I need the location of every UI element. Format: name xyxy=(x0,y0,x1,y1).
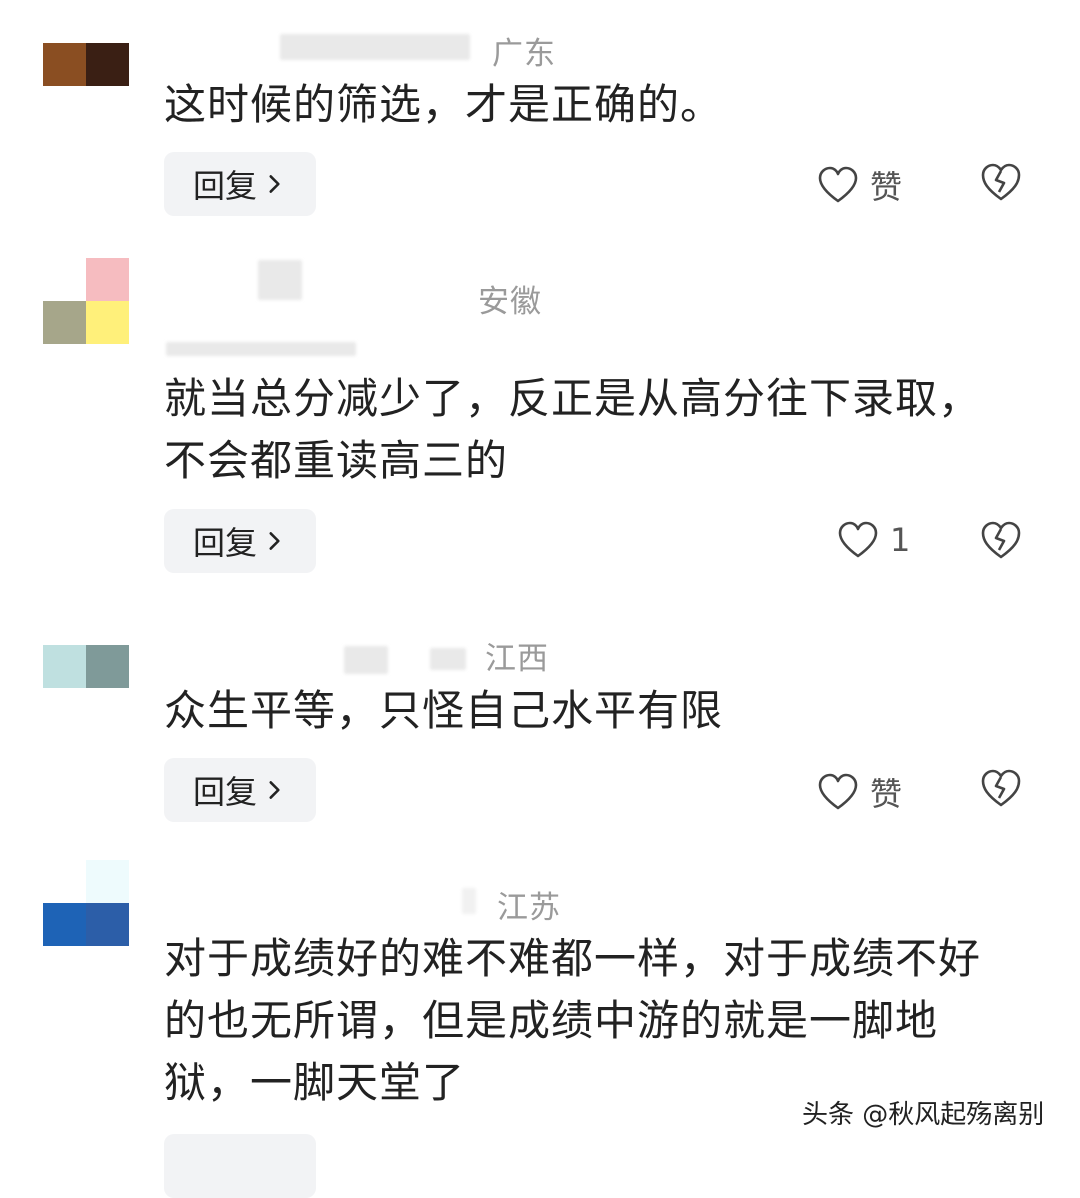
reply-button[interactable]: 回复 xyxy=(164,152,316,216)
avatar-tile xyxy=(86,903,129,946)
avatar-tile xyxy=(86,645,129,688)
comment-text-line: 对于成绩好的难不难都一样，对于成绩不好 xyxy=(164,934,982,983)
avatar-tile xyxy=(43,860,86,903)
like-label: 赞 xyxy=(870,775,903,813)
broken-heart-icon[interactable] xyxy=(980,520,1022,560)
comment-text-line: 就当总分减少了，反正是从高分往下录取， xyxy=(164,374,982,423)
blurred-username xyxy=(344,646,388,674)
comment-text-line: 众生平等，只怪自己水平有限 xyxy=(164,686,724,735)
comment-text-line: 不会都重读高三的 xyxy=(164,436,509,485)
comment-text-line: 这时候的筛选，才是正确的。 xyxy=(164,80,724,129)
avatar-tile xyxy=(86,86,129,129)
broken-heart-icon[interactable] xyxy=(980,162,1022,202)
like-count: 1 xyxy=(890,521,911,559)
avatar-tile xyxy=(43,645,86,688)
avatar-tile xyxy=(43,903,86,946)
like-button[interactable]: 1 xyxy=(838,521,910,559)
blurred-username xyxy=(258,260,302,300)
reply-label: 回复 xyxy=(192,524,257,562)
avatar-tile xyxy=(86,258,129,301)
comment-location: 广东 xyxy=(492,36,556,72)
blurred-username xyxy=(166,342,356,356)
reply-button[interactable]: 回复 xyxy=(164,758,316,822)
heart-outline-icon xyxy=(838,521,878,558)
avatar[interactable] xyxy=(43,860,129,946)
blurred-username xyxy=(430,648,466,670)
avatar-tile xyxy=(43,301,86,344)
comment-location: 江苏 xyxy=(497,890,561,926)
like-label: 赞 xyxy=(870,168,903,206)
comment-text: 对于成绩好的难不难都一样，对于成绩不好 的也无所谓，但是成绩中游的就是一脚地 狱… xyxy=(164,928,981,1114)
blurred-username xyxy=(462,888,476,914)
chevron-right-icon xyxy=(269,175,280,193)
like-button[interactable]: 赞 xyxy=(818,162,902,208)
avatar-tile xyxy=(86,301,129,344)
avatar[interactable] xyxy=(43,43,129,129)
comment-location: 江西 xyxy=(485,641,549,677)
watermark: 头条 @秋风起殇离别 xyxy=(802,1100,1045,1130)
broken-heart-icon[interactable] xyxy=(980,768,1022,808)
comment-text-line: 的也无所谓，但是成绩中游的就是一脚地 xyxy=(164,996,939,1045)
avatar-tile xyxy=(43,258,86,301)
blurred-username xyxy=(280,34,470,60)
reply-label: 回复 xyxy=(192,167,257,205)
comment-text: 就当总分减少了，反正是从高分往下录取， 不会都重读高三的 xyxy=(164,368,981,492)
avatar-tile xyxy=(43,688,86,731)
avatar-tile xyxy=(86,43,129,86)
avatar-tile xyxy=(43,43,86,86)
avatar-tile xyxy=(86,860,129,903)
comment-location: 安徽 xyxy=(478,284,542,320)
reply-label: 回复 xyxy=(192,773,257,811)
comment-text: 众生平等，只怪自己水平有限 xyxy=(164,680,723,742)
avatar-tile xyxy=(86,688,129,731)
reply-button[interactable] xyxy=(164,1134,316,1198)
reply-button[interactable]: 回复 xyxy=(164,509,316,573)
like-button[interactable]: 赞 xyxy=(818,769,902,815)
avatar-tile xyxy=(43,86,86,129)
avatar[interactable] xyxy=(43,258,129,344)
comment-text: 这时候的筛选，才是正确的。 xyxy=(164,74,723,136)
chevron-right-icon xyxy=(269,781,280,799)
heart-outline-icon xyxy=(818,166,858,203)
chevron-right-icon xyxy=(269,532,280,550)
avatar[interactable] xyxy=(43,645,129,731)
heart-outline-icon xyxy=(818,773,858,810)
